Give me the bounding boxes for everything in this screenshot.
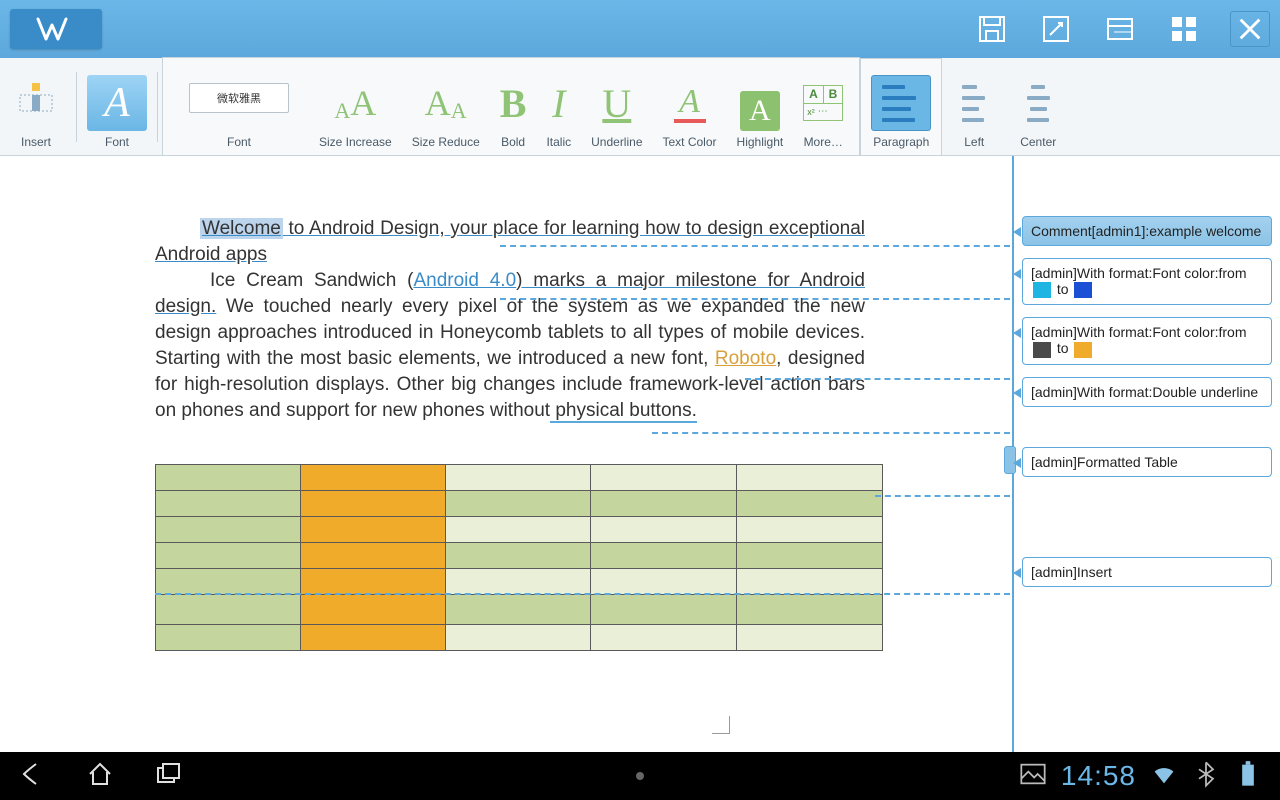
- grid-icon[interactable]: [1166, 11, 1202, 47]
- align-left-button[interactable]: Left: [942, 59, 1006, 153]
- comment-item[interactable]: [admin]With format:Font color:from to: [1022, 317, 1272, 364]
- align-center-button[interactable]: Center: [1006, 59, 1070, 153]
- comment-text: [admin]With format:Font color:from: [1031, 265, 1247, 281]
- comment-connector: [155, 593, 1010, 595]
- color-chip-to: [1074, 342, 1092, 358]
- underline-button[interactable]: U Underline: [581, 59, 652, 153]
- link-android-40[interactable]: Android 4.0: [413, 270, 516, 291]
- picture-icon[interactable]: [1019, 760, 1047, 793]
- comment-text: [admin]Insert: [1031, 564, 1112, 580]
- comment-connector: [500, 245, 1010, 247]
- more-label: More…: [804, 135, 843, 149]
- bold-button[interactable]: B Bold: [490, 59, 537, 153]
- save-icon[interactable]: [974, 11, 1010, 47]
- font-section: 微软雅黑 Font AA Size Increase AA Size Reduc…: [162, 57, 860, 155]
- insert-icon: [6, 75, 66, 131]
- size-increase-label: Size Increase: [319, 135, 392, 149]
- size-reduce-label: Size Reduce: [412, 135, 480, 149]
- font-family-value: 微软雅黑: [189, 83, 289, 113]
- size-reduce-button[interactable]: AA Size Reduce: [402, 59, 490, 153]
- more-button[interactable]: ABx²⋯ More…: [793, 59, 853, 153]
- size-increase-button[interactable]: AA Size Increase: [309, 59, 402, 153]
- font-family-button[interactable]: 微软雅黑 Font: [169, 59, 309, 153]
- table-row: [156, 491, 883, 517]
- insert-tab[interactable]: Insert: [0, 57, 72, 153]
- comment-item[interactable]: [admin]With format:Font color:from to: [1022, 258, 1272, 305]
- paragraph-tab[interactable]: Paragraph: [861, 59, 941, 153]
- italic-button[interactable]: I Italic: [536, 59, 581, 153]
- insert-label: Insert: [21, 135, 51, 149]
- comment-text: [admin]Formatted Table: [1031, 454, 1178, 470]
- text-color-button[interactable]: A Text Color: [653, 59, 727, 153]
- italic-label: Italic: [546, 135, 571, 149]
- android-navbar: 14:58: [0, 752, 1280, 800]
- font-tab-label: Font: [105, 135, 129, 149]
- color-chip-from: [1033, 342, 1051, 358]
- bold-label: Bold: [501, 135, 525, 149]
- comment-item[interactable]: [admin]Insert: [1022, 557, 1272, 587]
- table-row: [156, 465, 883, 491]
- color-chip-to: [1074, 282, 1092, 298]
- comment-connector: [875, 495, 1010, 497]
- text-android-design: Android Design: [309, 218, 439, 239]
- text-color-label: Text Color: [663, 135, 717, 149]
- bluetooth-icon: [1192, 760, 1220, 793]
- page-corner-mark: [712, 716, 730, 734]
- list-icon[interactable]: [1102, 11, 1138, 47]
- battery-icon: [1234, 760, 1262, 793]
- text-roboto: Roboto: [715, 348, 776, 369]
- font-section-label: Font: [227, 135, 251, 149]
- table-row: [156, 625, 883, 651]
- table-row: [156, 543, 883, 569]
- document-table[interactable]: [155, 464, 883, 651]
- paragraph-label: Paragraph: [873, 135, 929, 149]
- nav-center-dot: [636, 772, 644, 780]
- table-row: [156, 517, 883, 543]
- ribbon-separator: [157, 72, 158, 142]
- color-chip-from: [1033, 282, 1051, 298]
- document-text: Welcome to Android Design, your place fo…: [155, 216, 865, 424]
- comment-connector: [745, 378, 1010, 380]
- comment-connector: [500, 298, 1010, 300]
- highlight-button[interactable]: A Highlight: [727, 59, 794, 153]
- highlight-label: Highlight: [737, 135, 784, 149]
- align-center-label: Center: [1020, 135, 1056, 149]
- text-physical-buttons: physical buttons.: [550, 400, 697, 423]
- ribbon-separator: [76, 72, 77, 142]
- comment-text: [admin]With format:Double underline: [1031, 384, 1258, 400]
- underline-label: Underline: [591, 135, 642, 149]
- app-menu-button[interactable]: [10, 9, 102, 49]
- recent-apps-icon[interactable]: [154, 760, 182, 793]
- table-row: [156, 569, 883, 595]
- align-left-label: Left: [964, 135, 984, 149]
- font-tab-icon: A: [87, 75, 147, 131]
- back-icon[interactable]: [18, 760, 46, 793]
- titlebar: [0, 0, 1280, 58]
- comment-text: [admin]With format:Font color:from: [1031, 324, 1247, 340]
- comment-text: Comment[admin1]:example welcome: [1031, 223, 1261, 239]
- edit-icon[interactable]: [1038, 11, 1074, 47]
- home-icon[interactable]: [86, 760, 114, 793]
- ribbon: Insert A Font 微软雅黑 Font AA Size Increase…: [0, 58, 1280, 156]
- comment-item[interactable]: Comment[admin1]:example welcome: [1022, 216, 1272, 246]
- comment-item[interactable]: [admin]With format:Double underline: [1022, 377, 1272, 407]
- comment-item[interactable]: [admin]Formatted Table: [1022, 447, 1272, 477]
- font-tab[interactable]: A Font: [81, 57, 153, 153]
- status-clock[interactable]: 14:58: [1061, 760, 1136, 792]
- wifi-icon: [1150, 760, 1178, 793]
- close-icon[interactable]: [1230, 11, 1270, 47]
- table-row: [156, 595, 883, 625]
- comment-connector: [652, 432, 1010, 434]
- comments-panel: Comment[admin1]:example welcome [admin]W…: [1012, 156, 1280, 752]
- text-welcome: Welcome: [200, 218, 283, 239]
